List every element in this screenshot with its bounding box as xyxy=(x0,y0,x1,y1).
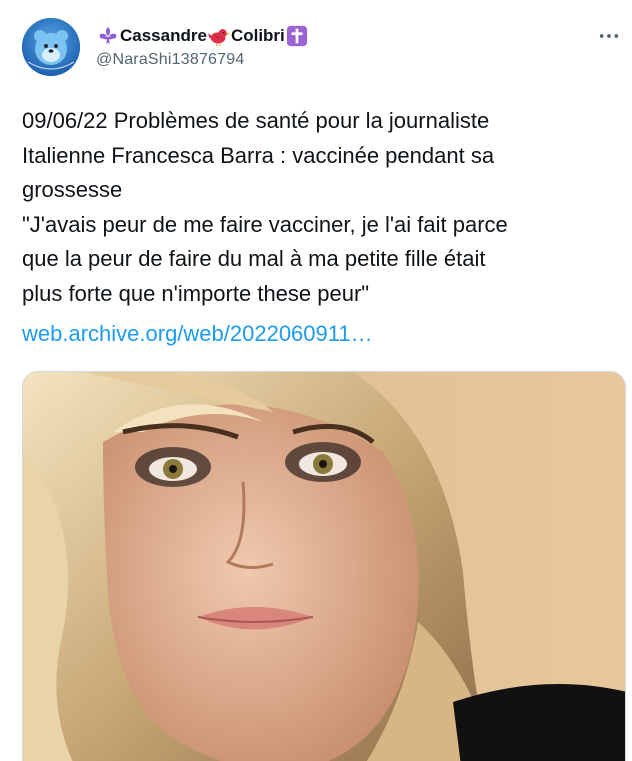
care-bear-avatar-image xyxy=(22,18,80,76)
display-name-part1: Cassandre xyxy=(120,26,207,45)
display-name-part2: Colibri xyxy=(230,26,285,45)
tweet-photo[interactable] xyxy=(22,371,626,761)
tweet-text: 09/06/22 Problèmes de santé pour la jour… xyxy=(22,108,508,306)
more-options-button[interactable] xyxy=(594,25,624,47)
more-dots-icon xyxy=(599,34,619,38)
avatar[interactable] xyxy=(22,18,80,76)
archive-link[interactable]: web.archive.org/web/2022060911… xyxy=(22,317,373,351)
fleur-de-lis-icon xyxy=(97,25,119,47)
user-handle[interactable]: @NaraShi13876794 xyxy=(96,51,309,69)
display-name[interactable]: Cassandre Colibri xyxy=(96,23,309,49)
red-bird-icon xyxy=(207,25,230,47)
user-names[interactable]: Cassandre Colibri @NaraShi13876794 xyxy=(96,23,309,69)
woman-portrait-image xyxy=(23,372,625,761)
latin-cross-icon xyxy=(286,25,308,47)
